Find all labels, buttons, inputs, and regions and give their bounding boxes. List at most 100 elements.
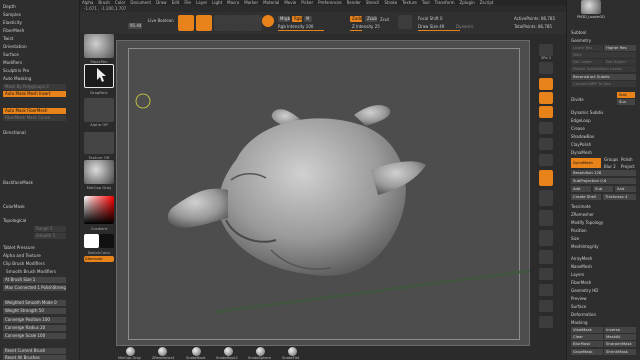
blur-mask-button[interactable]: BlurMask <box>571 341 603 347</box>
goblin-head-model[interactable] <box>167 105 426 276</box>
line-fill-button[interactable] <box>539 250 553 264</box>
menu-masking[interactable]: Masking <box>571 320 588 325</box>
menu-position[interactable]: Position <box>571 228 587 233</box>
menu-render[interactable]: Render <box>347 0 361 5</box>
solo-button[interactable] <box>539 300 553 312</box>
draw-mode-button[interactable] <box>196 15 212 31</box>
brush-mode-icon[interactable] <box>398 15 412 29</box>
transp-button[interactable] <box>539 268 553 280</box>
menu-document[interactable]: Document <box>130 0 151 5</box>
viewport-scene[interactable] <box>116 40 530 346</box>
zremesher-icon[interactable] <box>158 347 167 356</box>
max-connected-slider[interactable]: Max Connected 1 PolishStrength <box>3 285 66 291</box>
menu-layers[interactable]: Layers <box>571 272 584 277</box>
draw-size-slider[interactable]: Draw Size 49 <box>418 24 444 29</box>
brush-thumbnail[interactable] <box>84 34 114 58</box>
edit-mode-button[interactable] <box>178 15 194 31</box>
grow-mask-button[interactable]: GrowMask <box>571 349 603 355</box>
menu-layer[interactable]: Layer <box>196 0 207 5</box>
project-toggle[interactable]: Project <box>621 164 635 169</box>
menu-dynamesh[interactable]: DynaMesh <box>571 150 592 155</box>
z-intensity-slider[interactable]: Z Intensity 25 <box>352 24 380 29</box>
auto-mask-fibermesh-button[interactable]: Auto Mask FiberMesh <box>3 108 66 114</box>
menu-modifiers[interactable]: Modifiers <box>3 60 22 66</box>
floor-button[interactable] <box>539 138 553 150</box>
auto-mask-mesh-insert-button[interactable]: Auto Mask Mesh Insert <box>3 91 66 97</box>
menu-orientation[interactable]: Orientation <box>3 44 27 50</box>
menu-geometry-hd[interactable]: Geometry HD <box>571 288 598 293</box>
menu-auto-masking[interactable]: Auto Masking <box>3 76 31 82</box>
menu-macro[interactable]: Macro <box>227 0 239 5</box>
add-button[interactable]: Add <box>571 186 591 192</box>
menu-file[interactable]: File <box>184 0 191 5</box>
zoom-field[interactable]: 95.44 <box>128 23 142 29</box>
menu-stencil[interactable]: Stencil <box>366 0 380 5</box>
reset-all-brushes-button[interactable]: Reset All Brushes <box>3 355 66 360</box>
ghost-button[interactable] <box>539 284 553 296</box>
menu-stroke[interactable]: Stroke <box>384 0 397 5</box>
higher-res-button[interactable]: Higher Res <box>604 45 636 51</box>
color-mask-toggle[interactable]: ColorMask <box>3 204 25 210</box>
scale-button[interactable] <box>539 210 553 226</box>
menu-edgeloop[interactable]: EdgeLoop <box>571 118 591 123</box>
menu-modify-topology[interactable]: Modify Topology <box>571 220 603 225</box>
zadd-button[interactable]: Zadd <box>350 16 362 22</box>
backface-mask-toggle[interactable]: BackfaceMask <box>3 180 33 186</box>
menu-zplugin[interactable]: Zplugin <box>460 0 475 5</box>
move-mode-button[interactable] <box>214 15 230 31</box>
inverse-button[interactable]: Inverse <box>604 327 636 333</box>
menu-brush[interactable]: Brush <box>98 0 110 5</box>
menu-texture[interactable]: Texture <box>402 0 417 5</box>
polish-toggle[interactable]: Polish <box>621 157 633 162</box>
rotate-button[interactable] <box>539 230 553 246</box>
and-button[interactable]: And <box>615 186 636 192</box>
menu-marker[interactable]: Marker <box>244 0 258 5</box>
frame-button[interactable] <box>539 170 553 186</box>
converge-radius-slider[interactable]: Converge Radius 20 <box>3 325 66 331</box>
smooth-slider[interactable]: Smooth 5 <box>34 233 66 239</box>
zcut-button[interactable]: Zcut <box>380 17 389 22</box>
subprojection-slider[interactable]: SubProjection 0.6 <box>571 178 636 184</box>
menu-claypolish[interactable]: ClayPolish <box>571 142 591 147</box>
menu-nanomesh[interactable]: NanoMesh <box>571 264 592 269</box>
scale-mode-button[interactable] <box>230 15 246 31</box>
switch-color-label[interactable]: SwitchColor <box>82 250 116 255</box>
snakehook-icon[interactable] <box>192 347 201 356</box>
menu-twist[interactable]: Twist <box>3 36 13 42</box>
menu-smooth-brush-modifiers[interactable]: Smooth Brush Modifiers <box>6 269 56 275</box>
menu-crease[interactable]: Crease <box>571 126 585 131</box>
menu-subtool[interactable]: Subtool <box>571 30 586 35</box>
menu-color[interactable]: Color <box>115 0 125 5</box>
menu-dynamic-subdiv[interactable]: Dynamic Subdiv <box>571 110 604 115</box>
del-higher-button[interactable]: Del Higher <box>604 59 636 65</box>
actual-button[interactable] <box>539 92 553 104</box>
menu-alpha-and-texture[interactable]: Alpha and Texture <box>3 253 41 259</box>
snakeflat-icon[interactable] <box>288 347 297 356</box>
menu-movie[interactable]: Movie <box>284 0 296 5</box>
tool-thumbnail[interactable] <box>581 0 601 14</box>
material-thumbnail[interactable] <box>84 160 114 184</box>
alternate-button[interactable]: Alternate <box>84 256 114 262</box>
menu-preview[interactable]: Preview <box>571 296 587 301</box>
rgb-intensity-slider[interactable]: Rgb Intensity 100 <box>278 24 313 29</box>
groups-toggle[interactable]: Groups <box>604 157 618 162</box>
menu-transform[interactable]: Transform <box>435 0 455 5</box>
snakesphere-icon[interactable] <box>256 347 265 356</box>
zoom-button[interactable] <box>539 78 553 90</box>
reconstruct-subdiv-button[interactable]: Reconstruct Subdiv <box>571 74 636 80</box>
del-lower-button[interactable]: Del Lower <box>571 59 603 65</box>
mask-all-button[interactable]: MaskAll <box>604 334 636 340</box>
menu-surface[interactable]: Surface <box>3 52 19 58</box>
menu-elasticity[interactable]: Elasticity <box>3 20 22 26</box>
rotate-mode-button[interactable] <box>246 15 262 31</box>
spix-button[interactable] <box>539 44 553 56</box>
at-brush-size-slider[interactable]: At Brush Size 1 <box>3 277 66 283</box>
stroke-thumbnail[interactable] <box>84 64 114 88</box>
menu-fibermesh[interactable]: FiberMesh <box>3 28 24 34</box>
menu-depth[interactable]: Depth <box>3 4 16 10</box>
menu-clip-brush-modifiers[interactable]: Clip Brush Modifiers <box>3 261 45 267</box>
live-boolean-button[interactable]: Live Boolean <box>148 18 174 23</box>
menu-material[interactable]: Material <box>263 0 279 5</box>
color-picker[interactable] <box>84 196 114 224</box>
menu-alpha[interactable]: Alpha <box>82 0 93 5</box>
